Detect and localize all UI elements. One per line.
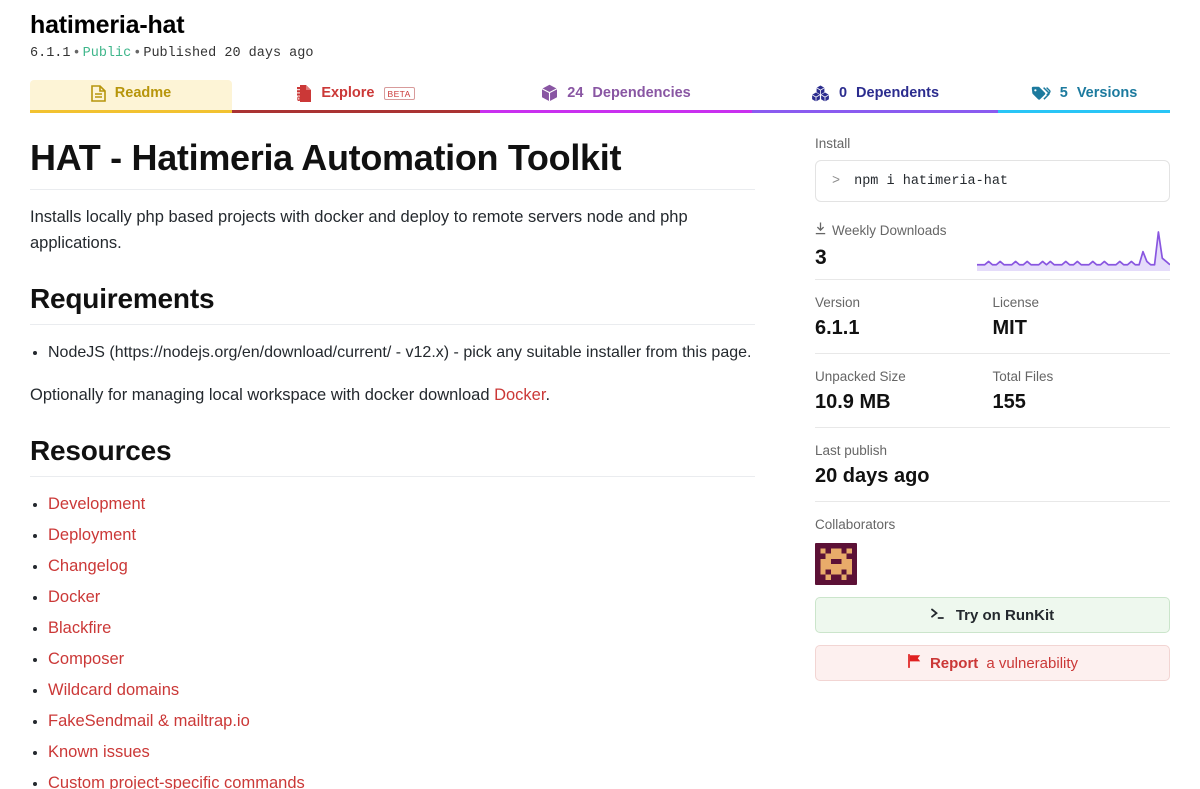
list-item: Changelog: [48, 551, 755, 582]
collaborators-label: Collaborators: [815, 516, 1170, 534]
list-item: Docker: [48, 582, 755, 613]
collaborators-section: Collaborators: [815, 502, 1170, 585]
visibility-badge: Public: [83, 46, 132, 61]
requirements-list: NodeJS (https://nodejs.org/en/download/c…: [30, 337, 755, 368]
install-command-text: npm i hatimeria-hat: [854, 174, 1008, 189]
requirements-heading: Requirements: [30, 282, 755, 325]
document-icon: [91, 85, 106, 102]
license-cell: License MIT: [993, 294, 1171, 341]
resource-link-wildcard-domains[interactable]: Wildcard domains: [48, 681, 179, 699]
terminal-icon: [931, 607, 948, 624]
tab-explore[interactable]: Explore BETA: [232, 80, 480, 113]
meta-separator-2: •: [131, 46, 143, 61]
package-sidebar: Install > npm i hatimeria-hat Weekly Dow…: [785, 135, 1170, 789]
report-label-rest: a vulnerability: [986, 655, 1078, 672]
resource-link-development[interactable]: Development: [48, 495, 145, 513]
tab-dependencies-count: 24: [567, 85, 583, 101]
tab-versions-count: 5: [1060, 85, 1068, 101]
tab-versions[interactable]: 5 Versions: [998, 80, 1170, 113]
optional-docker-note: Optionally for managing local workspace …: [30, 382, 755, 408]
version-label: Version: [815, 294, 993, 312]
weekly-downloads-label: Weekly Downloads: [832, 222, 947, 240]
resource-link-composer[interactable]: Composer: [48, 650, 124, 668]
license-value: MIT: [993, 315, 1171, 341]
total-files-value: 155: [993, 389, 1171, 415]
avatar[interactable]: [815, 543, 857, 585]
tab-readme[interactable]: Readme: [30, 80, 232, 113]
try-on-runkit-button[interactable]: Try on RunKit: [815, 597, 1170, 633]
resources-list: Development Deployment Changelog Docker …: [30, 489, 755, 789]
install-command-box[interactable]: > npm i hatimeria-hat: [815, 160, 1170, 202]
tab-explore-label: Explore: [321, 85, 374, 101]
optional-prefix: Optionally for managing local workspace …: [30, 386, 494, 404]
tab-dependents-count: 0: [839, 85, 847, 101]
page-header: hatimeria-hat 6.1.1•Public•Published 20 …: [0, 0, 1200, 63]
resource-link-docker[interactable]: Docker: [48, 588, 100, 606]
tab-dependencies[interactable]: 24 Dependencies: [480, 80, 752, 113]
page-title: hatimeria-hat: [30, 10, 1170, 40]
list-item: Blackfire: [48, 613, 755, 644]
list-item: FakeSendmail & mailtrap.io: [48, 706, 755, 737]
version-license-row: Version 6.1.1 License MIT: [815, 280, 1170, 354]
tab-readme-label: Readme: [115, 85, 171, 101]
package-version: 6.1.1: [30, 46, 71, 61]
resource-link-custom-commands[interactable]: Custom project-specific commands: [48, 774, 305, 789]
unpacked-size-cell: Unpacked Size 10.9 MB: [815, 368, 993, 415]
list-item: Known issues: [48, 737, 755, 768]
unpacked-size-label: Unpacked Size: [815, 368, 993, 386]
published-date: Published 20 days ago: [143, 46, 313, 61]
list-item: NodeJS (https://nodejs.org/en/download/c…: [48, 337, 755, 368]
readme-title: HAT - Hatimeria Automation Toolkit: [30, 135, 755, 190]
beta-badge: BETA: [384, 87, 415, 100]
last-publish-label: Last publish: [815, 442, 1170, 460]
report-vulnerability-button[interactable]: Report a vulnerability: [815, 645, 1170, 681]
resource-link-blackfire[interactable]: Blackfire: [48, 619, 111, 637]
docker-link[interactable]: Docker: [494, 386, 545, 404]
list-item: Development: [48, 489, 755, 520]
list-item: Wildcard domains: [48, 675, 755, 706]
meta-separator-1: •: [71, 46, 83, 61]
page-body: HAT - Hatimeria Automation Toolkit Insta…: [0, 135, 1200, 789]
version-value: 6.1.1: [815, 315, 993, 341]
list-item: Composer: [48, 644, 755, 675]
size-files-row: Unpacked Size 10.9 MB Total Files 155: [815, 354, 1170, 428]
resource-link-known-issues[interactable]: Known issues: [48, 743, 150, 761]
list-item: Custom project-specific commands: [48, 768, 755, 789]
resource-link-fakesendmail[interactable]: FakeSendmail & mailtrap.io: [48, 712, 250, 730]
tag-icon: [1031, 86, 1051, 101]
package-meta-line: 6.1.1•Public•Published 20 days ago: [30, 45, 1170, 63]
try-on-runkit-label: Try on RunKit: [956, 607, 1054, 624]
total-files-cell: Total Files 155: [993, 368, 1171, 415]
optional-suffix: .: [545, 386, 550, 404]
last-publish-cell: Last publish 20 days ago: [815, 442, 1170, 489]
tab-dependencies-label: Dependencies: [592, 85, 690, 101]
total-files-label: Total Files: [993, 368, 1171, 386]
tab-versions-label: Versions: [1077, 85, 1137, 101]
npm-package-page: hatimeria-hat 6.1.1•Public•Published 20 …: [0, 0, 1200, 789]
prompt-icon: >: [832, 174, 840, 189]
cube-icon: [541, 84, 558, 102]
cubes-icon: [811, 85, 830, 102]
package-tabs: Readme Explore BETA: [30, 80, 1170, 113]
file-zip-icon: [297, 85, 312, 102]
readme-panel: HAT - Hatimeria Automation Toolkit Insta…: [30, 135, 785, 789]
version-cell: Version 6.1.1: [815, 294, 993, 341]
resources-heading: Resources: [30, 434, 755, 477]
tab-dependents[interactable]: 0 Dependents: [752, 80, 998, 113]
tab-dependents-label: Dependents: [856, 85, 939, 101]
install-label: Install: [815, 135, 1170, 153]
weekly-downloads-section: Weekly Downloads 3: [815, 222, 1170, 280]
readme-intro: Installs locally php based projects with…: [30, 204, 755, 256]
resource-link-changelog[interactable]: Changelog: [48, 557, 128, 575]
flag-icon: [907, 654, 922, 672]
download-icon: [815, 222, 826, 240]
license-label: License: [993, 294, 1171, 312]
last-publish-row: Last publish 20 days ago: [815, 428, 1170, 502]
report-label-bold: Report: [930, 655, 978, 672]
last-publish-value: 20 days ago: [815, 463, 1170, 489]
resource-link-deployment[interactable]: Deployment: [48, 526, 136, 544]
unpacked-size-value: 10.9 MB: [815, 389, 993, 415]
downloads-sparkline-chart: [977, 229, 1170, 271]
list-item: Deployment: [48, 520, 755, 551]
